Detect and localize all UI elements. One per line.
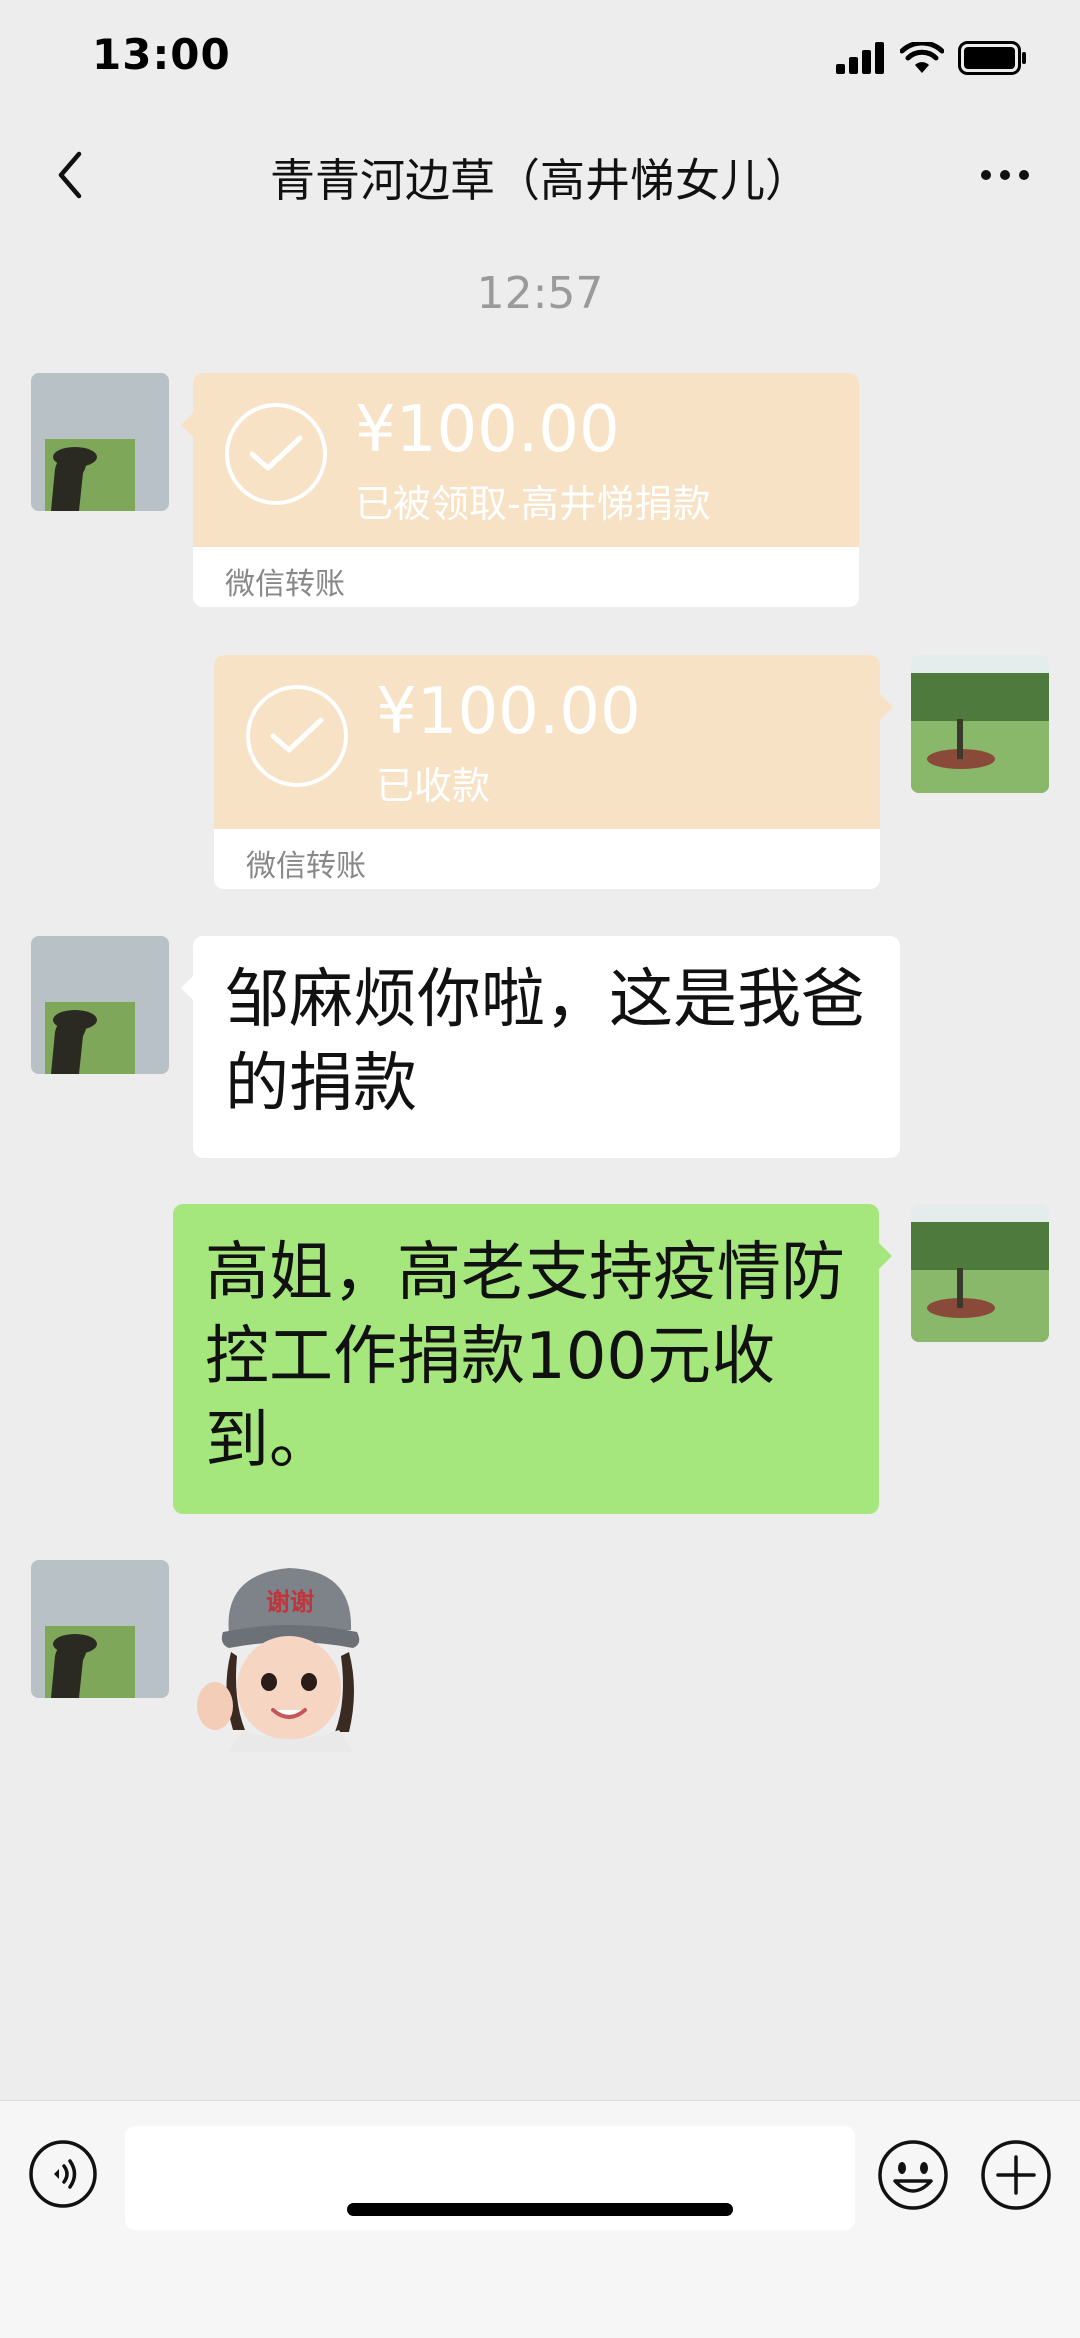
voice-button[interactable] xyxy=(28,2139,98,2209)
message-timestamp: 12:57 xyxy=(476,268,604,319)
transfer-amount: ¥100.00 xyxy=(355,393,620,467)
bubble-tail xyxy=(879,1243,892,1269)
contact-avatar[interactable] xyxy=(31,1560,169,1698)
check-circle-icon xyxy=(246,685,348,787)
transfer-card-top: ¥100.00 已被领取-高井悌捐款 xyxy=(193,373,859,547)
avatar-image xyxy=(911,1204,1049,1342)
transfer-status: 已收款 xyxy=(376,764,491,808)
sticker-image: 谢谢 xyxy=(197,1568,360,1752)
contact-avatar[interactable] xyxy=(31,936,169,1074)
plus-icon xyxy=(981,2140,1051,2210)
ellipsis-icon xyxy=(981,170,1029,180)
avatar-image xyxy=(31,936,169,1074)
transfer-card-received[interactable]: ¥100.00 已被领取-高井悌捐款 微信转账 xyxy=(193,373,859,607)
transfer-card-top: ¥100.00 已收款 xyxy=(214,655,880,829)
voice-icon xyxy=(29,2140,97,2208)
bubble-tail xyxy=(880,694,893,720)
status-bar: 13:00 xyxy=(0,0,1080,120)
avatar-image xyxy=(31,373,169,511)
text-message[interactable]: 邹麻烦你啦，这是我爸的捐款 xyxy=(193,936,900,1158)
sticker-text: 谢谢 xyxy=(266,1588,314,1616)
chat-header: 青青河边草（高井悌女儿） xyxy=(0,120,1080,230)
sticker-message[interactable]: 谢谢 xyxy=(193,1560,389,1752)
contact-avatar[interactable] xyxy=(31,373,169,511)
transfer-label: 微信转账 xyxy=(246,849,366,884)
text-message[interactable]: 高姐，高老支持疫情防控工作捐款100元收到。 xyxy=(173,1204,879,1514)
transfer-label: 微信转账 xyxy=(225,567,345,602)
back-button[interactable] xyxy=(40,140,100,210)
more-button[interactable] xyxy=(960,140,1050,210)
transfer-amount: ¥100.00 xyxy=(376,675,641,749)
check-circle-icon xyxy=(225,403,327,505)
chat-title: 青青河边草（高井悌女儿） xyxy=(269,154,810,207)
avatar-image xyxy=(911,655,1049,793)
battery-icon xyxy=(958,41,1026,75)
avatar-image xyxy=(31,1560,169,1698)
input-bar xyxy=(0,2100,1080,2338)
status-time: 13:00 xyxy=(92,30,231,79)
wifi-icon xyxy=(900,42,944,73)
my-avatar[interactable] xyxy=(911,1204,1049,1342)
chevron-left-icon xyxy=(58,151,82,199)
emoji-button[interactable] xyxy=(877,2139,949,2211)
more-functions-button[interactable] xyxy=(980,2139,1052,2211)
transfer-status: 已被领取-高井悌捐款 xyxy=(355,482,711,526)
status-icons xyxy=(836,40,1028,76)
emoji-icon xyxy=(878,2140,948,2210)
cellular-signal-icon xyxy=(836,42,884,74)
home-indicator xyxy=(347,2203,733,2216)
transfer-card-sent[interactable]: ¥100.00 已收款 微信转账 xyxy=(214,655,880,889)
my-avatar[interactable] xyxy=(911,655,1049,793)
